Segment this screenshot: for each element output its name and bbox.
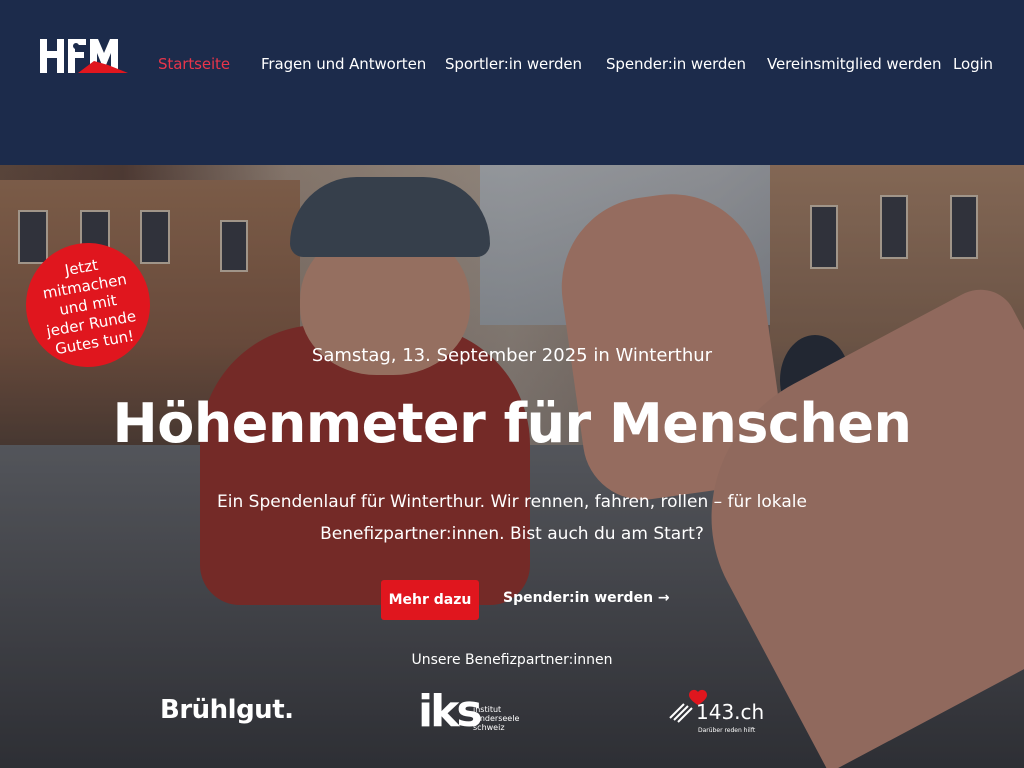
main-nav: Startseite Fragen und Antworten Sportler… [0,55,1024,77]
iks-logo-subtitle: institut kinderseele schweiz [473,705,520,732]
partners-label: Unsere Benefizpartner:innen [411,652,613,668]
spender-werden-link[interactable]: Spender:in werden → [503,590,670,606]
hero-description-line2: Benefizpartner:innen. Bist auch du am St… [320,524,704,544]
hero-description-line1: Ein Spendenlauf für Winterthur. Wir renn… [217,492,807,512]
hero-date: Samstag, 13. September 2025 in Winterthu… [311,345,713,366]
nav-spender-werden[interactable]: Spender:in werden [606,55,746,73]
hero-title: Höhenmeter für Menschen [112,392,912,455]
143-logo-tagline: Darüber reden hilft [698,727,756,734]
hero-section [0,165,1024,768]
nav-login[interactable]: Login [953,55,993,73]
nav-vereinsmitglied-werden[interactable]: Vereinsmitglied werden [767,55,941,73]
nav-fragen-und-antworten[interactable]: Fragen und Antworten [261,55,426,73]
iks-logo-text: iks [418,686,483,737]
hero-overlay [0,165,1024,768]
partner-logo-iks[interactable]: iks institut kinderseele schweiz [418,688,528,738]
143-logo-text: 143.ch [696,700,765,724]
mehr-dazu-button[interactable]: Mehr dazu [381,580,479,620]
hero-description: Ein Spendenlauf für Winterthur. Wir renn… [0,486,1024,550]
partner-logo-bruehlgut[interactable]: Brühlgut. [160,695,294,725]
badge-text: Jetzt mitmachen und mit jeder Runde Gute… [41,255,138,358]
nav-startseite[interactable]: Startseite [158,55,230,73]
site-header: Startseite Fragen und Antworten Sportler… [0,0,1024,165]
nav-sportler-werden[interactable]: Sportler:in werden [445,55,582,73]
partner-logo-143[interactable]: 143.ch Darüber reden hilft [668,688,768,738]
